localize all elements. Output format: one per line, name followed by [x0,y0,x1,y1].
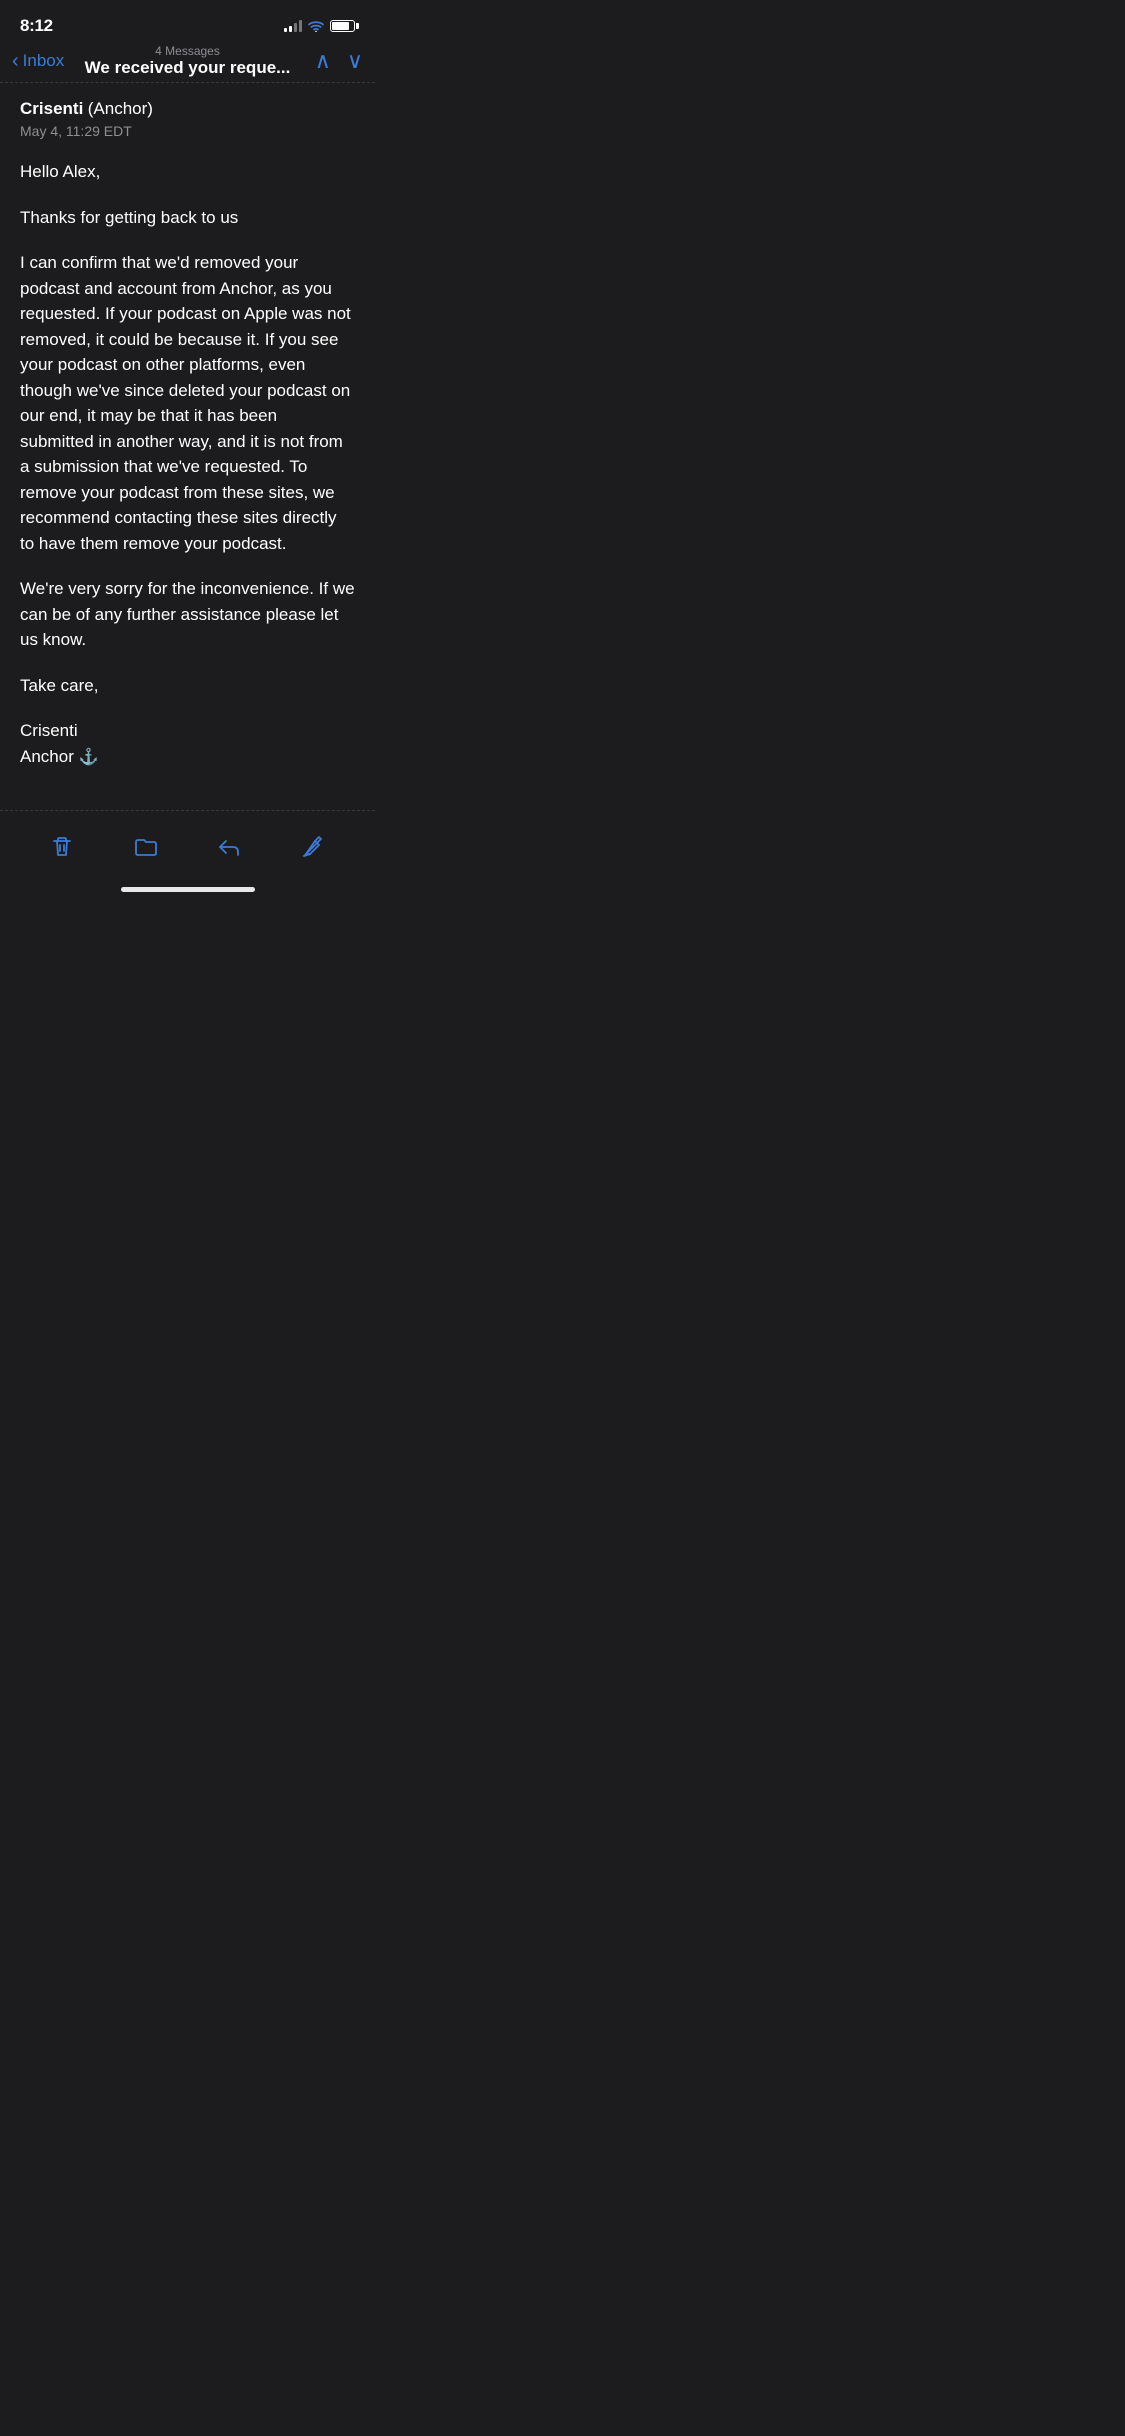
trash-icon [48,833,76,861]
prev-message-button[interactable]: ∧ [315,48,331,74]
back-button[interactable]: ‹ Inbox [12,51,82,71]
next-message-button[interactable]: ∨ [347,48,363,74]
signal-icon [284,20,302,32]
status-bar: 8:12 [0,0,375,44]
anchor-icon: ⚓ [79,749,99,766]
signature-name: Crisenti [20,721,78,740]
delete-button[interactable] [32,825,92,869]
reply-icon [215,833,243,861]
wifi-icon [308,20,324,32]
signature-org: Anchor [20,747,74,766]
sender-name: Crisenti [20,99,83,118]
battery-icon [330,20,355,32]
back-label: Inbox [23,51,65,71]
email-date: May 4, 11:29 EDT [20,123,355,139]
email-para-1: Thanks for getting back to us [20,205,355,231]
nav-arrows: ∧ ∨ [293,48,363,74]
reply-button[interactable] [199,825,259,869]
compose-button[interactable] [283,825,343,869]
sender-org: (Anchor) [88,99,153,118]
nav-bar: ‹ Inbox 4 Messages We received your requ… [0,44,375,82]
folder-button[interactable] [116,825,176,869]
email-body: Hello Alex, Thanks for getting back to u… [20,159,355,770]
home-indicator [0,879,375,896]
email-subject: We received your reque... [85,58,291,77]
status-time: 8:12 [20,16,53,36]
email-closing: Take care, [20,673,355,699]
back-chevron-icon: ‹ [12,51,19,71]
email-signature: Crisenti Anchor ⚓ [20,718,355,770]
message-count: 4 Messages [85,44,291,58]
toolbar [0,811,375,879]
nav-center: 4 Messages We received your reque... [85,44,291,78]
compose-icon [299,833,327,861]
folder-icon [132,833,160,861]
email-content: Crisenti (Anchor) May 4, 11:29 EDT Hello… [0,83,375,790]
email-greeting: Hello Alex, [20,159,355,185]
home-bar [121,887,255,892]
email-sender: Crisenti (Anchor) [20,99,355,119]
email-para-3: We're very sorry for the inconvenience. … [20,576,355,653]
status-icons [284,20,355,32]
email-para-2: I can confirm that we'd removed your pod… [20,250,355,556]
